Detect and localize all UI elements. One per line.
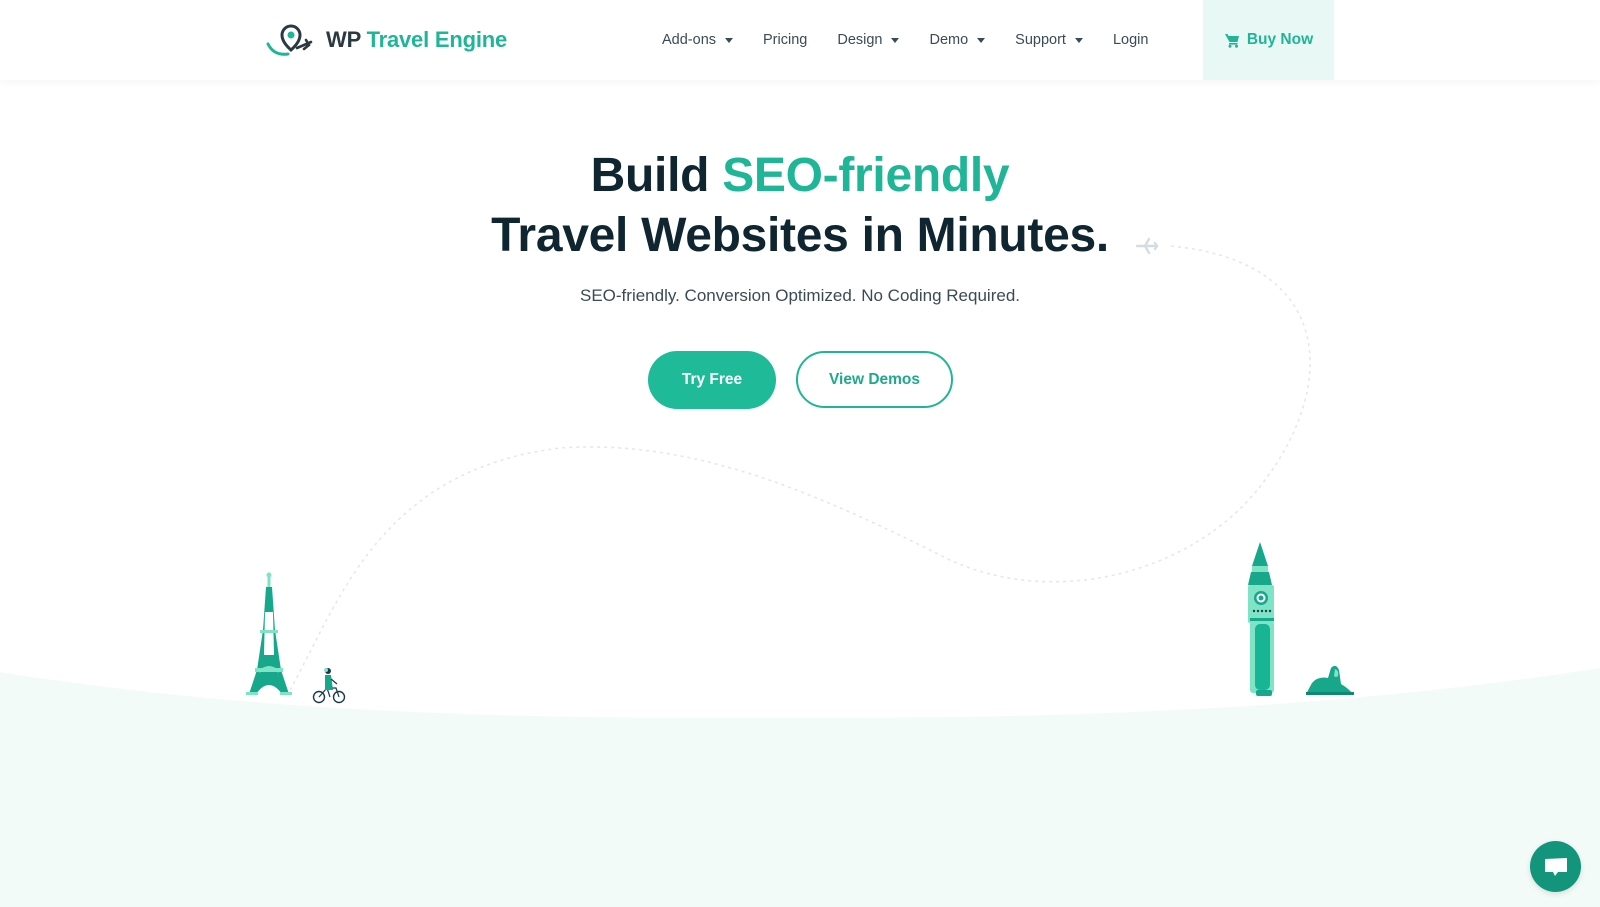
nav-item-add-ons[interactable]: Add-ons [662, 32, 734, 48]
hero-subtitle: SEO-friendly. Conversion Optimized. No C… [580, 286, 1020, 305]
caret-down-icon [977, 38, 986, 43]
nav-label: Demo [929, 32, 969, 48]
nav-label: Pricing [763, 32, 808, 48]
nav-label: Support [1015, 32, 1066, 48]
ground-hill [0, 668, 1600, 907]
hero-title-accent: SEO-friendly [722, 149, 1010, 202]
nav-item-design[interactable]: Design [837, 32, 900, 48]
nav-item-pricing[interactable]: Pricing [763, 32, 807, 48]
main-nav: Add-ons Pricing Design Demo Support Logi… [662, 0, 1178, 80]
logo[interactable]: WP Travel Engine [266, 22, 507, 58]
cart-icon [1224, 34, 1239, 48]
dotted-flight-path [289, 245, 1311, 691]
hero-title-line2: Travel Websites in Minutes. [491, 209, 1109, 262]
try-free-button[interactable]: Try Free [648, 351, 776, 409]
nav-item-demo[interactable]: Demo [929, 32, 986, 48]
view-demos-button[interactable]: View Demos [796, 351, 953, 408]
hero-title: Build SEO-friendly Travel Websites in Mi… [0, 146, 1600, 266]
caret-down-icon [725, 38, 734, 43]
caret-down-icon [1074, 38, 1083, 43]
nav-item-support[interactable]: Support [1015, 32, 1083, 48]
site-header: WP Travel Engine Add-ons Pricing Design … [0, 0, 1600, 80]
nav-item-login[interactable]: Login [1113, 32, 1148, 48]
nav-label: Login [1112, 32, 1149, 48]
nav-label: Add-ons [662, 32, 717, 48]
chat-bubble-icon [1544, 857, 1567, 876]
logo-prefix: WP [326, 27, 361, 52]
caret-down-icon [891, 38, 900, 43]
hero-title-plain: Build [590, 149, 723, 202]
nav-label: Design [837, 32, 883, 48]
chat-button[interactable] [1530, 841, 1581, 892]
logo-icon [266, 24, 313, 56]
logo-brand: Travel Engine [366, 27, 508, 52]
buy-now-button[interactable]: Buy Now [1203, 0, 1334, 80]
buy-now-label: Buy Now [1246, 31, 1314, 48]
